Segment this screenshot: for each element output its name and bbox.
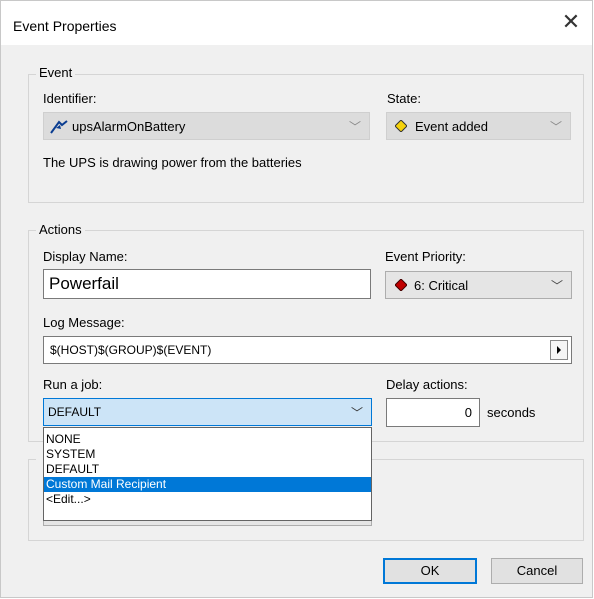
- state-value: Event added: [415, 119, 489, 134]
- event-priority-value: 6: Critical: [414, 278, 469, 293]
- display-name-input[interactable]: Powerfail: [43, 269, 371, 299]
- run-job-combobox[interactable]: DEFAULT ﹀: [43, 398, 372, 426]
- delay-actions-input[interactable]: 0: [386, 398, 480, 427]
- run-job-label: Run a job:: [43, 377, 103, 392]
- actions-group-label: Actions: [36, 222, 85, 237]
- event-group-label: Event: [36, 65, 76, 80]
- dropdown-option-system[interactable]: SYSTEM: [44, 447, 371, 462]
- triangle-right-icon: [557, 346, 561, 354]
- insert-variable-button[interactable]: [550, 340, 568, 360]
- identifier-combobox: upsAlarmOnBattery ﹀: [43, 112, 370, 140]
- display-name-value: Powerfail: [49, 274, 119, 293]
- ok-button[interactable]: OK: [383, 558, 477, 584]
- event-properties-dialog: Event Properties ✕ Event Identifier: ups…: [0, 0, 593, 598]
- state-label: State:: [387, 91, 421, 106]
- delay-actions-value: 0: [464, 405, 472, 420]
- dropdown-option-custom-mail-recipient[interactable]: Custom Mail Recipient: [44, 477, 371, 492]
- chevron-down-icon[interactable]: ﹀: [351, 404, 363, 421]
- event-priority-label: Event Priority:: [385, 249, 466, 264]
- title-bar: Event Properties ✕: [1, 1, 592, 45]
- run-job-value: DEFAULT: [48, 405, 102, 419]
- log-message-value: $(HOST)$(GROUP)$(EVENT): [50, 343, 212, 357]
- yellow-diamond-icon: [394, 119, 408, 135]
- red-diamond-icon: [394, 278, 408, 294]
- dropdown-option-default[interactable]: DEFAULT: [44, 462, 371, 477]
- identifier-value: upsAlarmOnBattery: [72, 119, 186, 134]
- event-flag-icon: [50, 118, 68, 137]
- dropdown-option-none[interactable]: NONE: [44, 432, 371, 447]
- event-priority-combobox[interactable]: 6: Critical ﹀: [385, 271, 572, 299]
- chevron-down-icon: ﹀: [549, 120, 562, 134]
- run-job-dropdown-list: NONE SYSTEM DEFAULT Custom Mail Recipien…: [43, 427, 372, 521]
- log-message-label: Log Message:: [43, 315, 125, 330]
- display-name-label: Display Name:: [43, 249, 128, 264]
- chevron-down-icon: ﹀: [348, 120, 361, 134]
- log-message-input[interactable]: $(HOST)$(GROUP)$(EVENT): [43, 336, 572, 364]
- chevron-down-icon[interactable]: ﹀: [551, 277, 563, 294]
- delay-unit-label: seconds: [487, 405, 536, 420]
- window-title: Event Properties: [13, 18, 117, 34]
- cancel-button[interactable]: Cancel: [491, 558, 583, 584]
- event-description: The UPS is drawing power from the batter…: [43, 155, 302, 170]
- delay-actions-label: Delay actions:: [386, 377, 468, 392]
- identifier-label: Identifier:: [43, 91, 97, 106]
- close-icon[interactable]: ✕: [558, 11, 584, 37]
- dropdown-option-edit[interactable]: <Edit...>: [44, 492, 371, 507]
- state-combobox: Event added ﹀: [386, 112, 571, 140]
